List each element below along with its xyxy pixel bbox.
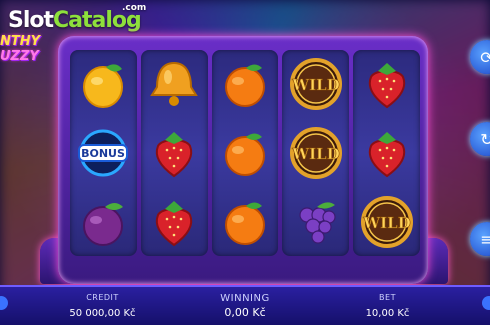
- orange-symbol: [217, 194, 273, 250]
- info-button[interactable]: [482, 296, 490, 310]
- bet-label: BET: [379, 293, 396, 302]
- wild-symbol: WILD: [288, 125, 344, 181]
- svg-text:WILD: WILD: [291, 76, 339, 94]
- bet-display: BET 10,00 Kč: [340, 293, 435, 319]
- reel-2: [140, 50, 208, 256]
- svg-text:WILD: WILD: [362, 214, 410, 232]
- wild-symbol: WILD: [359, 194, 415, 250]
- coins-icon: ≡: [480, 229, 490, 249]
- bottom-bar: CREDIT 50 000,00 Kč WINNING 0,00 Kč BET …: [0, 285, 490, 325]
- bell-symbol: [146, 56, 202, 112]
- strawberry-symbol: [359, 56, 415, 112]
- orange-symbol: [217, 56, 273, 112]
- lemon-symbol: [75, 56, 131, 112]
- winning-label: WINNING: [220, 293, 270, 304]
- reel-grid: BONUS WILD WILD WILD: [70, 50, 420, 256]
- reel-4: WILD WILD: [282, 50, 350, 256]
- autoplay-icon: ↻: [480, 129, 490, 149]
- game-logo-line2: UZZY: [0, 49, 39, 64]
- strawberry-symbol: [359, 125, 415, 181]
- reel-1: BONUS: [70, 50, 137, 256]
- credit-label: CREDIT: [86, 293, 119, 302]
- winning-value: 0,00 Kč: [224, 306, 266, 319]
- logo-slot-text: Slot: [8, 8, 54, 33]
- credit-value: 50 000,00 Kč: [69, 308, 136, 319]
- reel-3: [211, 50, 279, 256]
- wild-symbol: WILD: [288, 56, 344, 112]
- game-logo: NTHY UZZY: [0, 34, 50, 64]
- slotcatalog-logo: SlotCatalog .com: [8, 3, 146, 33]
- strawberry-symbol: [146, 125, 202, 181]
- game-logo-line1: NTHY: [0, 34, 41, 49]
- reel-5: WILD: [353, 50, 420, 256]
- svg-text:WILD: WILD: [291, 145, 339, 163]
- refresh-icon: ⟳: [480, 47, 490, 67]
- credit-display: CREDIT 50 000,00 Kč: [55, 293, 150, 319]
- svg-text:BONUS: BONUS: [81, 147, 125, 160]
- bet-value: 10,00 Kč: [365, 308, 410, 319]
- grapes-symbol: [288, 194, 344, 250]
- bonus-symbol: BONUS: [75, 125, 131, 181]
- strawberry-symbol: [146, 194, 202, 250]
- logo-com-text: .com: [122, 3, 147, 13]
- plum-symbol: [75, 194, 131, 250]
- winning-display: WINNING 0,00 Kč: [195, 293, 295, 319]
- orange-symbol: [217, 125, 273, 181]
